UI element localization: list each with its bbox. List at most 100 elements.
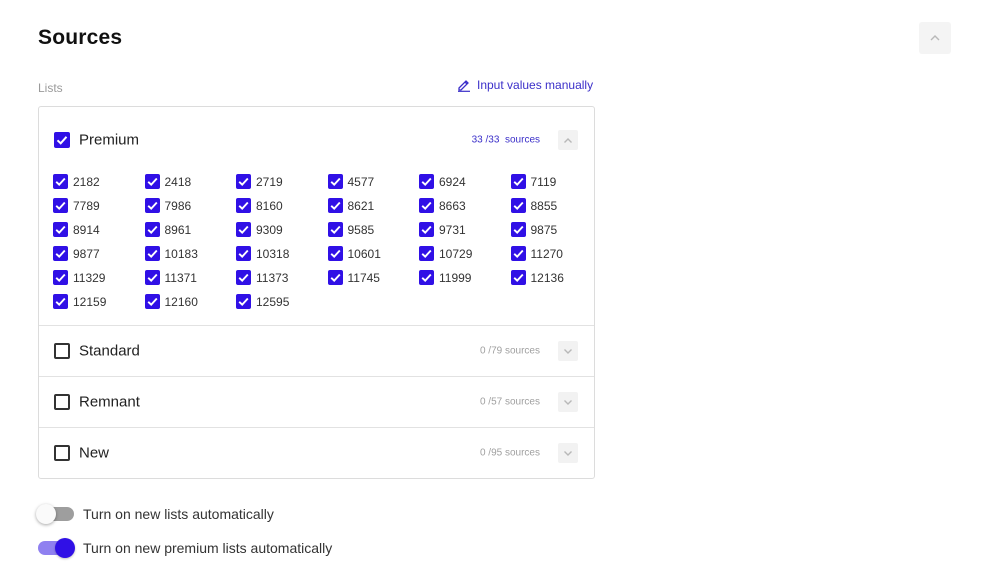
group-new[interactable]: New 0 /95 sources	[39, 428, 594, 478]
group-premium-name: Premium	[79, 131, 140, 149]
source-checkbox[interactable]	[327, 270, 343, 285]
source-checkbox[interactable]	[53, 270, 68, 285]
source-checkbox[interactable]	[327, 198, 343, 213]
group-remnant-name: Remnant	[79, 393, 140, 411]
source-checkbox[interactable]	[53, 198, 68, 213]
source-checkbox[interactable]	[327, 174, 343, 189]
source-checkbox[interactable]	[510, 222, 526, 237]
group-standard-checkbox[interactable]	[54, 343, 70, 359]
group-remnant-checkbox[interactable]	[54, 394, 70, 410]
source-label: 8914	[73, 222, 100, 237]
checkmark-icon	[55, 201, 66, 210]
source-checkbox-item[interactable]: 11329	[53, 270, 105, 285]
source-checkbox[interactable]	[419, 198, 434, 213]
source-checkbox[interactable]	[144, 198, 160, 213]
source-checkbox-item[interactable]: 11999	[419, 270, 471, 285]
source-checkbox[interactable]	[510, 270, 526, 285]
source-checkbox-item[interactable]: 12595	[236, 294, 289, 309]
toggle-new-lists[interactable]: Turn on new lists automatically	[36, 504, 274, 524]
checkmark-icon	[238, 201, 249, 210]
source-checkbox-item[interactable]: 2182	[53, 174, 100, 189]
source-checkbox[interactable]	[53, 294, 68, 309]
chevron-up-icon	[564, 137, 572, 143]
source-checkbox[interactable]	[236, 294, 251, 309]
group-new-expand-button[interactable]	[558, 443, 578, 463]
source-checkbox[interactable]	[419, 174, 434, 189]
source-checkbox-item[interactable]: 7119	[510, 174, 557, 189]
source-checkbox-item[interactable]: 8160	[236, 198, 283, 213]
source-checkbox[interactable]	[510, 198, 526, 213]
group-remnant-expand-button[interactable]	[558, 392, 578, 412]
source-checkbox[interactable]	[144, 246, 160, 261]
checkmark-icon	[513, 273, 523, 282]
source-label: 12595	[256, 294, 290, 309]
source-checkbox[interactable]	[419, 246, 434, 261]
toggle-new-premium-lists-switch[interactable]	[38, 538, 75, 558]
group-new-name: New	[79, 444, 110, 462]
group-premium-checkbox[interactable]	[54, 132, 70, 148]
source-checkbox[interactable]	[53, 222, 68, 237]
source-label: 7789	[73, 198, 100, 213]
source-checkbox-item[interactable]: 4577	[327, 174, 374, 189]
source-checkbox-item[interactable]: 10183	[144, 246, 198, 261]
group-premium[interactable]: Premium 33 /33 sources	[39, 115, 594, 165]
source-checkbox-item[interactable]: 11371	[144, 270, 197, 285]
source-checkbox-item[interactable]: 11373	[236, 270, 288, 285]
source-checkbox-item[interactable]: 2719	[236, 174, 283, 189]
chevron-down-icon	[564, 399, 572, 405]
source-label: 7119	[530, 174, 557, 189]
source-checkbox-item[interactable]: 6924	[419, 174, 466, 189]
source-label: 10601	[347, 246, 381, 261]
checkmark-icon	[238, 249, 249, 258]
group-premium-collapse-button[interactable]	[558, 130, 578, 150]
source-checkbox-item[interactable]: 2418	[144, 174, 191, 189]
group-standard[interactable]: Standard 0 /79 sources	[39, 326, 594, 376]
source-checkbox-item[interactable]: 9309	[236, 222, 283, 237]
source-checkbox-item[interactable]: 12160	[144, 294, 198, 309]
group-remnant[interactable]: Remnant 0 /57 sources	[39, 377, 594, 427]
source-checkbox[interactable]	[53, 246, 68, 261]
input-values-manually-link[interactable]: Input values manually	[457, 78, 593, 92]
source-checkbox-item[interactable]: 8663	[419, 198, 466, 213]
toggle-new-lists-switch[interactable]	[36, 504, 74, 524]
toggle-new-premium-lists-label: Turn on new premium lists automatically	[83, 540, 333, 556]
source-checkbox[interactable]	[144, 270, 160, 285]
source-checkbox-item[interactable]: 10601	[327, 246, 381, 261]
source-checkbox[interactable]	[327, 246, 343, 261]
source-checkbox[interactable]	[419, 270, 434, 285]
source-checkbox-item[interactable]: 9585	[327, 222, 374, 237]
source-checkbox[interactable]	[236, 246, 251, 261]
source-checkbox-item[interactable]: 12159	[53, 294, 106, 309]
source-checkbox[interactable]	[419, 222, 434, 237]
group-new-checkbox[interactable]	[54, 445, 70, 461]
source-checkbox-item[interactable]: 7789	[53, 198, 100, 213]
source-checkbox-item[interactable]: 8961	[144, 222, 191, 237]
collapse-section-button[interactable]	[919, 22, 951, 54]
source-checkbox-item[interactable]: 10729	[419, 246, 472, 261]
source-checkbox[interactable]	[327, 222, 343, 237]
source-checkbox[interactable]	[510, 246, 526, 261]
source-checkbox[interactable]	[144, 222, 160, 237]
source-checkbox-item[interactable]: 11270	[510, 246, 563, 261]
source-checkbox[interactable]	[236, 270, 251, 285]
source-checkbox-item[interactable]: 8621	[327, 198, 374, 213]
checkmark-icon	[147, 225, 157, 234]
source-checkbox[interactable]	[236, 222, 251, 237]
toggle-new-premium-lists[interactable]: Turn on new premium lists automatically	[38, 538, 333, 558]
source-checkbox[interactable]	[236, 174, 251, 189]
source-checkbox-item[interactable]: 12136	[510, 270, 564, 285]
source-checkbox-item[interactable]: 9875	[510, 222, 557, 237]
source-checkbox[interactable]	[510, 174, 526, 189]
source-checkbox-item[interactable]: 8855	[510, 198, 557, 213]
group-standard-expand-button[interactable]	[558, 341, 578, 361]
source-checkbox[interactable]	[53, 174, 68, 189]
source-checkbox[interactable]	[236, 198, 251, 213]
source-checkbox-item[interactable]: 7986	[144, 198, 191, 213]
source-checkbox-item[interactable]: 9877	[53, 246, 100, 261]
source-checkbox-item[interactable]: 10318	[236, 246, 289, 261]
source-checkbox-item[interactable]: 9731	[419, 222, 466, 237]
source-checkbox[interactable]	[144, 174, 160, 189]
source-checkbox-item[interactable]: 11745	[327, 270, 380, 285]
source-checkbox-item[interactable]: 8914	[53, 222, 100, 237]
source-checkbox[interactable]	[144, 294, 160, 309]
